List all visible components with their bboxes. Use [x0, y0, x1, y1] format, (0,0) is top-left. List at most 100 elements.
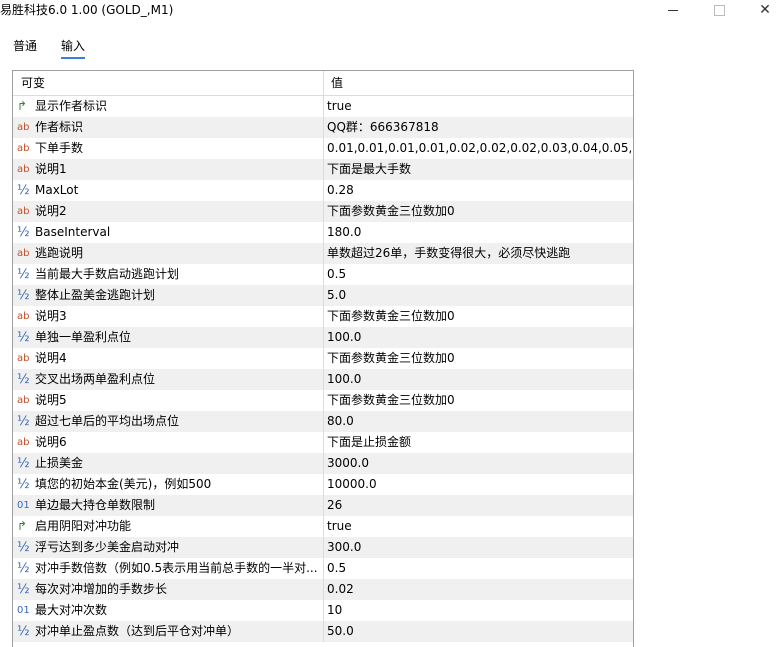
- header-value[interactable]: 值: [331, 71, 633, 95]
- column-divider: [323, 474, 324, 495]
- param-value[interactable]: 下面参数黄金三位数加0: [327, 306, 631, 327]
- table-row[interactable]: ↱ 启用阴阳对冲功能 true: [13, 516, 633, 537]
- param-value[interactable]: 0.02: [327, 579, 631, 600]
- param-value[interactable]: true: [327, 516, 631, 537]
- param-type-ab-icon: ab: [17, 248, 30, 259]
- column-divider[interactable]: [323, 71, 324, 95]
- title-bar: 易胜科技6.0 1.00 (GOLD_,M1) ✕: [0, 0, 782, 20]
- column-divider: [323, 537, 324, 558]
- param-value[interactable]: QQ群：666367818: [327, 117, 631, 138]
- table-row[interactable]: ab 作者标识 QQ群：666367818: [13, 117, 633, 138]
- tab-normal[interactable]: 普通: [13, 37, 37, 57]
- table-row[interactable]: ½ 当前最大手数启动逃跑计划 0.5: [13, 264, 633, 285]
- table-row[interactable]: ½ 交叉出场两单盈利点位 100.0: [13, 369, 633, 390]
- param-type-half-icon: ½: [17, 372, 30, 387]
- param-value[interactable]: true: [327, 96, 631, 117]
- close-button[interactable]: ✕: [742, 0, 782, 20]
- param-value[interactable]: 300.0: [327, 537, 631, 558]
- param-value[interactable]: 5.0: [327, 285, 631, 306]
- param-value[interactable]: 0.01,0.01,0.01,0.01,0.02,0.02,0.02,0.03,…: [327, 138, 631, 159]
- column-divider: [323, 453, 324, 474]
- table-row[interactable]: ½ BaseInterval 180.0: [13, 222, 633, 243]
- param-type-half-icon: ½: [17, 225, 30, 240]
- table-row[interactable]: ab 逃跑说明 单数超过26单，手数变得很大，必须尽快逃跑: [13, 243, 633, 264]
- param-name-cell: ab 逃跑说明: [17, 243, 317, 264]
- param-type-half-icon: ½: [17, 183, 30, 198]
- param-value[interactable]: 100.0: [327, 327, 631, 348]
- param-value[interactable]: 10: [327, 600, 631, 621]
- column-divider: [323, 180, 324, 201]
- table-row[interactable]: ½ 整体止盈美金逃跑计划 5.0: [13, 285, 633, 306]
- param-type-bool-icon: ↱: [17, 519, 28, 533]
- param-name: 说明2: [35, 204, 67, 218]
- param-name: MaxLot: [35, 183, 79, 197]
- param-value[interactable]: 下面是止损金额: [327, 432, 631, 453]
- param-name-cell: ab 下单手数: [17, 138, 317, 159]
- column-divider: [323, 306, 324, 327]
- param-type-01-icon: 01: [17, 500, 30, 511]
- parameters-grid: 可变 值 ↱ 显示作者标识 true ab 作者标识 QQ群：666367818 ab 下单…: [12, 70, 634, 647]
- table-row[interactable]: 01 单边最大持仓单数限制 26: [13, 495, 633, 516]
- param-name-cell: ½ 对冲单止盈点数（达到后平仓对冲单）: [17, 621, 317, 642]
- table-row[interactable]: ½ 填您的初始本金(美元)，例如500 10000.0: [13, 474, 633, 495]
- param-value[interactable]: 180.0: [327, 222, 631, 243]
- param-value[interactable]: 26: [327, 495, 631, 516]
- table-row[interactable]: ab 说明1 下面是最大手数: [13, 159, 633, 180]
- table-row[interactable]: ab 下单手数 0.01,0.01,0.01,0.01,0.02,0.02,0.02…: [13, 138, 633, 159]
- table-row[interactable]: ab 说明3 下面参数黄金三位数加0: [13, 306, 633, 327]
- maximize-button[interactable]: [696, 0, 742, 20]
- param-name: BaseInterval: [35, 225, 111, 239]
- table-row[interactable]: 01 最大对冲次数 10: [13, 600, 633, 621]
- column-divider: [323, 600, 324, 621]
- param-value[interactable]: 下面参数黄金三位数加0: [327, 201, 631, 222]
- param-name: 超过七单后的平均出场点位: [35, 414, 180, 428]
- param-name: 交叉出场两单盈利点位: [35, 372, 156, 386]
- table-row[interactable]: ½ 超过七单后的平均出场点位 80.0: [13, 411, 633, 432]
- table-row[interactable]: ab 说明2 下面参数黄金三位数加0: [13, 201, 633, 222]
- table-row[interactable]: ½ MaxLot 0.28: [13, 180, 633, 201]
- param-type-half-icon: ½: [17, 540, 30, 555]
- table-row[interactable]: ½ 单独一单盈利点位 100.0: [13, 327, 633, 348]
- column-divider: [323, 369, 324, 390]
- grid-header: 可变 值: [13, 71, 633, 96]
- table-row[interactable]: ½ 对冲单止盈点数（达到后平仓对冲单） 50.0: [13, 621, 633, 642]
- param-name: 说明4: [35, 351, 67, 365]
- param-value[interactable]: 50.0: [327, 621, 631, 642]
- header-variable[interactable]: 可变: [21, 71, 321, 95]
- column-divider: [323, 285, 324, 306]
- param-name-cell: ½ MaxLot: [17, 180, 317, 201]
- param-name: 逃跑说明: [35, 246, 84, 260]
- param-value[interactable]: 下面参数黄金三位数加0: [327, 390, 631, 411]
- table-row[interactable]: ab 说明5 下面参数黄金三位数加0: [13, 390, 633, 411]
- table-row[interactable]: ab 说明4 下面参数黄金三位数加0: [13, 348, 633, 369]
- table-row[interactable]: ½ 对冲手数倍数（例如0.5表示用当前总手数的一半对... 0.5: [13, 558, 633, 579]
- param-name-cell: ab 说明1: [17, 159, 317, 180]
- table-row[interactable]: ↱ 显示作者标识 true: [13, 96, 633, 117]
- param-value[interactable]: 下面是最大手数: [327, 159, 631, 180]
- param-name: 每次对冲增加的手数步长: [35, 582, 168, 596]
- param-type-half-icon: ½: [17, 624, 30, 639]
- param-value[interactable]: 10000.0: [327, 474, 631, 495]
- param-value[interactable]: 下面参数黄金三位数加0: [327, 348, 631, 369]
- param-value[interactable]: 单数超过26单，手数变得很大，必须尽快逃跑: [327, 243, 631, 264]
- param-name-cell: ½ 每次对冲增加的手数步长: [17, 579, 317, 600]
- param-value[interactable]: 100.0: [327, 369, 631, 390]
- param-value[interactable]: 0.5: [327, 264, 631, 285]
- param-name: 说明1: [35, 162, 67, 176]
- table-row[interactable]: ab 说明6 下面是止损金额: [13, 432, 633, 453]
- param-value[interactable]: 80.0: [327, 411, 631, 432]
- column-divider: [323, 432, 324, 453]
- param-value[interactable]: 0.5: [327, 558, 631, 579]
- param-name: 说明5: [35, 393, 67, 407]
- tab-input[interactable]: 输入: [61, 37, 86, 59]
- param-type-half-icon: ½: [17, 288, 30, 303]
- minimize-button[interactable]: [650, 0, 696, 20]
- close-icon: ✕: [759, 2, 771, 18]
- param-type-ab-icon: ab: [17, 143, 30, 154]
- table-row[interactable]: ½ 每次对冲增加的手数步长 0.02: [13, 579, 633, 600]
- param-value[interactable]: 0.28: [327, 180, 631, 201]
- param-name: 作者标识: [35, 120, 84, 134]
- table-row[interactable]: ½ 止损美金 3000.0: [13, 453, 633, 474]
- table-row[interactable]: ½ 浮亏达到多少美金启动对冲 300.0: [13, 537, 633, 558]
- param-value[interactable]: 3000.0: [327, 453, 631, 474]
